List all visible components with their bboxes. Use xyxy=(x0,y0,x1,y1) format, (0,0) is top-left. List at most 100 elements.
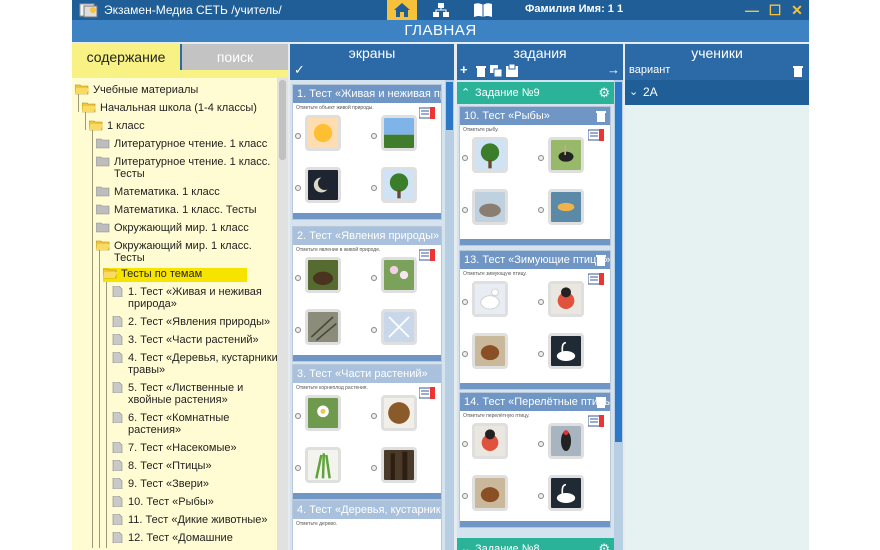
answer-radio[interactable] xyxy=(295,275,301,281)
add-task-button[interactable]: + xyxy=(460,62,468,77)
answer-radio[interactable] xyxy=(538,155,544,161)
chevron-down-icon[interactable]: ⌄ xyxy=(629,85,638,99)
answer-radio[interactable] xyxy=(462,155,468,161)
answer-radio[interactable] xyxy=(295,465,301,471)
answer-radio[interactable] xyxy=(538,441,544,447)
answer-radio[interactable] xyxy=(538,299,544,305)
answer-radio[interactable] xyxy=(462,299,468,305)
tree-item-label: 12. Тест «Домашние xyxy=(128,532,233,544)
answer-radio[interactable] xyxy=(462,493,468,499)
screens-scrollbar[interactable] xyxy=(445,80,454,550)
answer-radio[interactable] xyxy=(462,351,468,357)
tree-item-test[interactable]: 4. Тест «Деревья, кустарники травы» xyxy=(110,352,277,377)
folder-open-icon xyxy=(103,268,117,279)
maximize-button[interactable]: ☐ xyxy=(764,0,786,20)
tree-item-test[interactable]: 8. Тест «Птицы» xyxy=(110,460,277,473)
tree-item-test[interactable]: 12. Тест «Домашние xyxy=(110,532,277,545)
answer-radio[interactable] xyxy=(295,133,301,139)
tree-item-test[interactable]: 9. Тест «Звери» xyxy=(110,478,277,491)
tree-item-folder[interactable]: Учебные материалы xyxy=(75,84,277,97)
question-card[interactable]: 13. Тест «Зимующие птицы» Отметьте зимующ… xyxy=(459,250,611,390)
tree-item-test[interactable]: 10. Тест «Рыбы» xyxy=(110,496,277,509)
document-icon xyxy=(112,478,123,489)
answer-radio[interactable] xyxy=(371,413,377,419)
answer-image xyxy=(381,395,417,431)
tree-item-test[interactable]: 3. Тест «Части растений» xyxy=(110,334,277,347)
tree-item-test[interactable]: 11. Тест «Дикие животные» xyxy=(110,514,277,527)
answer-radio[interactable] xyxy=(538,351,544,357)
next-arrow-button[interactable]: → xyxy=(607,62,620,77)
tree-item-folder[interactable]: Литературное чтение. 1 класс. Тесты xyxy=(96,156,277,181)
tree-scrollbar[interactable] xyxy=(277,78,288,550)
close-button[interactable]: ✕ xyxy=(786,0,808,20)
answer-radio[interactable] xyxy=(295,327,301,333)
tree-item-label: 6. Тест «Комнатные xyxy=(128,412,230,424)
tasks-scrollbar[interactable] xyxy=(614,80,623,550)
screens-scroll-thumb[interactable] xyxy=(446,82,453,130)
tasks-header: задания + → xyxy=(457,44,623,80)
question-card[interactable]: 10. Тест «Рыбы» Отметьте рыбу. xyxy=(459,106,611,246)
tree-item-test[interactable]: 6. Тест «Комнатные растения» xyxy=(110,412,277,437)
tree-item-label: 9. Тест «Звери» xyxy=(128,478,210,490)
card-prompt: Отметьте рыбу. xyxy=(463,127,499,133)
answer-radio[interactable] xyxy=(371,275,377,281)
answer-radio[interactable] xyxy=(462,207,468,213)
gear-icon[interactable]: ⚙ xyxy=(598,538,610,550)
tree-item-folder[interactable]: Математика. 1 класс xyxy=(96,186,277,199)
task-group-header[interactable]: ⌄ Задание №8 ⚙ xyxy=(457,538,614,550)
delete-card-icon[interactable] xyxy=(596,254,606,266)
answer-radio[interactable] xyxy=(295,413,301,419)
chevron-down-icon[interactable]: ⌄ xyxy=(461,538,470,550)
tree-item-folder[interactable]: Окружающий мир. 1 класс xyxy=(96,222,277,235)
save-task-icon[interactable] xyxy=(506,64,518,77)
answer-radio[interactable] xyxy=(462,441,468,447)
delete-card-icon[interactable] xyxy=(596,396,606,408)
student-group-row[interactable]: ⌄ 2А xyxy=(625,80,809,105)
tab-search[interactable]: поиск xyxy=(182,44,288,70)
tree-item-folder[interactable]: Литературное чтение. 1 класс xyxy=(96,138,277,151)
tree-item-folder[interactable]: 1 класс xyxy=(89,120,277,133)
answer-radio[interactable] xyxy=(371,185,377,191)
home-icon xyxy=(394,3,410,17)
answer-radio[interactable] xyxy=(538,207,544,213)
tab-content[interactable]: содержание xyxy=(72,44,180,70)
minimize-button[interactable]: — xyxy=(741,0,763,20)
question-card[interactable]: 3. Тест «Части растений» Отметьте корнепл… xyxy=(292,364,442,500)
select-all-check-icon[interactable]: ✓ xyxy=(294,62,305,78)
tree-item-folder[interactable]: Тесты по темам xyxy=(103,268,247,282)
tree-item-test[interactable]: 2. Тест «Явления природы» xyxy=(110,316,277,329)
answer-radio[interactable] xyxy=(538,493,544,499)
answer-radio[interactable] xyxy=(295,185,301,191)
answer-image xyxy=(472,137,508,173)
tree-item-label: 1. Тест «Живая и неживая xyxy=(128,286,262,298)
delete-card-icon[interactable] xyxy=(596,110,606,122)
tree-item-test[interactable]: 7. Тест «Насекомые» xyxy=(110,442,277,455)
answer-radio[interactable] xyxy=(371,133,377,139)
tree-item-folder[interactable]: Окружающий мир. 1 класс. Тесты xyxy=(96,240,277,265)
answer-radio[interactable] xyxy=(371,327,377,333)
question-card[interactable]: 2. Тест «Явления природы» Отметьте явлени… xyxy=(292,226,442,362)
gear-icon[interactable]: ⚙ xyxy=(598,82,610,104)
tree-item-folder[interactable]: Математика. 1 класс. Тесты xyxy=(96,204,277,217)
library-button[interactable] xyxy=(468,0,498,20)
home-button[interactable] xyxy=(387,0,417,20)
question-card[interactable]: 4. Тест «Деревья, кустарники, травы» Отме… xyxy=(292,500,442,550)
tasks-panel: задания + → ⌃ Задание №9 ⚙ 10. Тест «Рыбы» О… xyxy=(457,44,623,550)
structure-button[interactable] xyxy=(426,0,456,20)
question-card[interactable]: 1. Тест «Живая и неживая природа» Отметьт… xyxy=(292,84,442,220)
tree-item-test[interactable]: 1. Тест «Живая и неживая природа» xyxy=(110,286,277,311)
delete-task-icon[interactable] xyxy=(476,65,486,77)
tree-scroll-thumb[interactable] xyxy=(279,80,286,160)
tasks-scroll-thumb[interactable] xyxy=(615,82,622,442)
tree-item-folder[interactable]: Начальная школа (1-4 классы) xyxy=(82,102,277,115)
chevron-up-icon[interactable]: ⌃ xyxy=(461,82,470,104)
answer-radio[interactable] xyxy=(371,465,377,471)
task-group-header[interactable]: ⌃ Задание №9 ⚙ xyxy=(457,82,614,104)
copy-task-icon[interactable] xyxy=(490,65,502,77)
tree-guide-line xyxy=(92,128,93,548)
student-group-label: 2А xyxy=(643,85,658,99)
question-card[interactable]: 14. Тест «Перелётные птицы» Отметьте пере… xyxy=(459,392,611,528)
delete-student-icon[interactable] xyxy=(793,65,803,77)
answer-image xyxy=(305,115,341,151)
tree-item-test[interactable]: 5. Тест «Лиственные и хвойные растения» xyxy=(110,382,277,407)
